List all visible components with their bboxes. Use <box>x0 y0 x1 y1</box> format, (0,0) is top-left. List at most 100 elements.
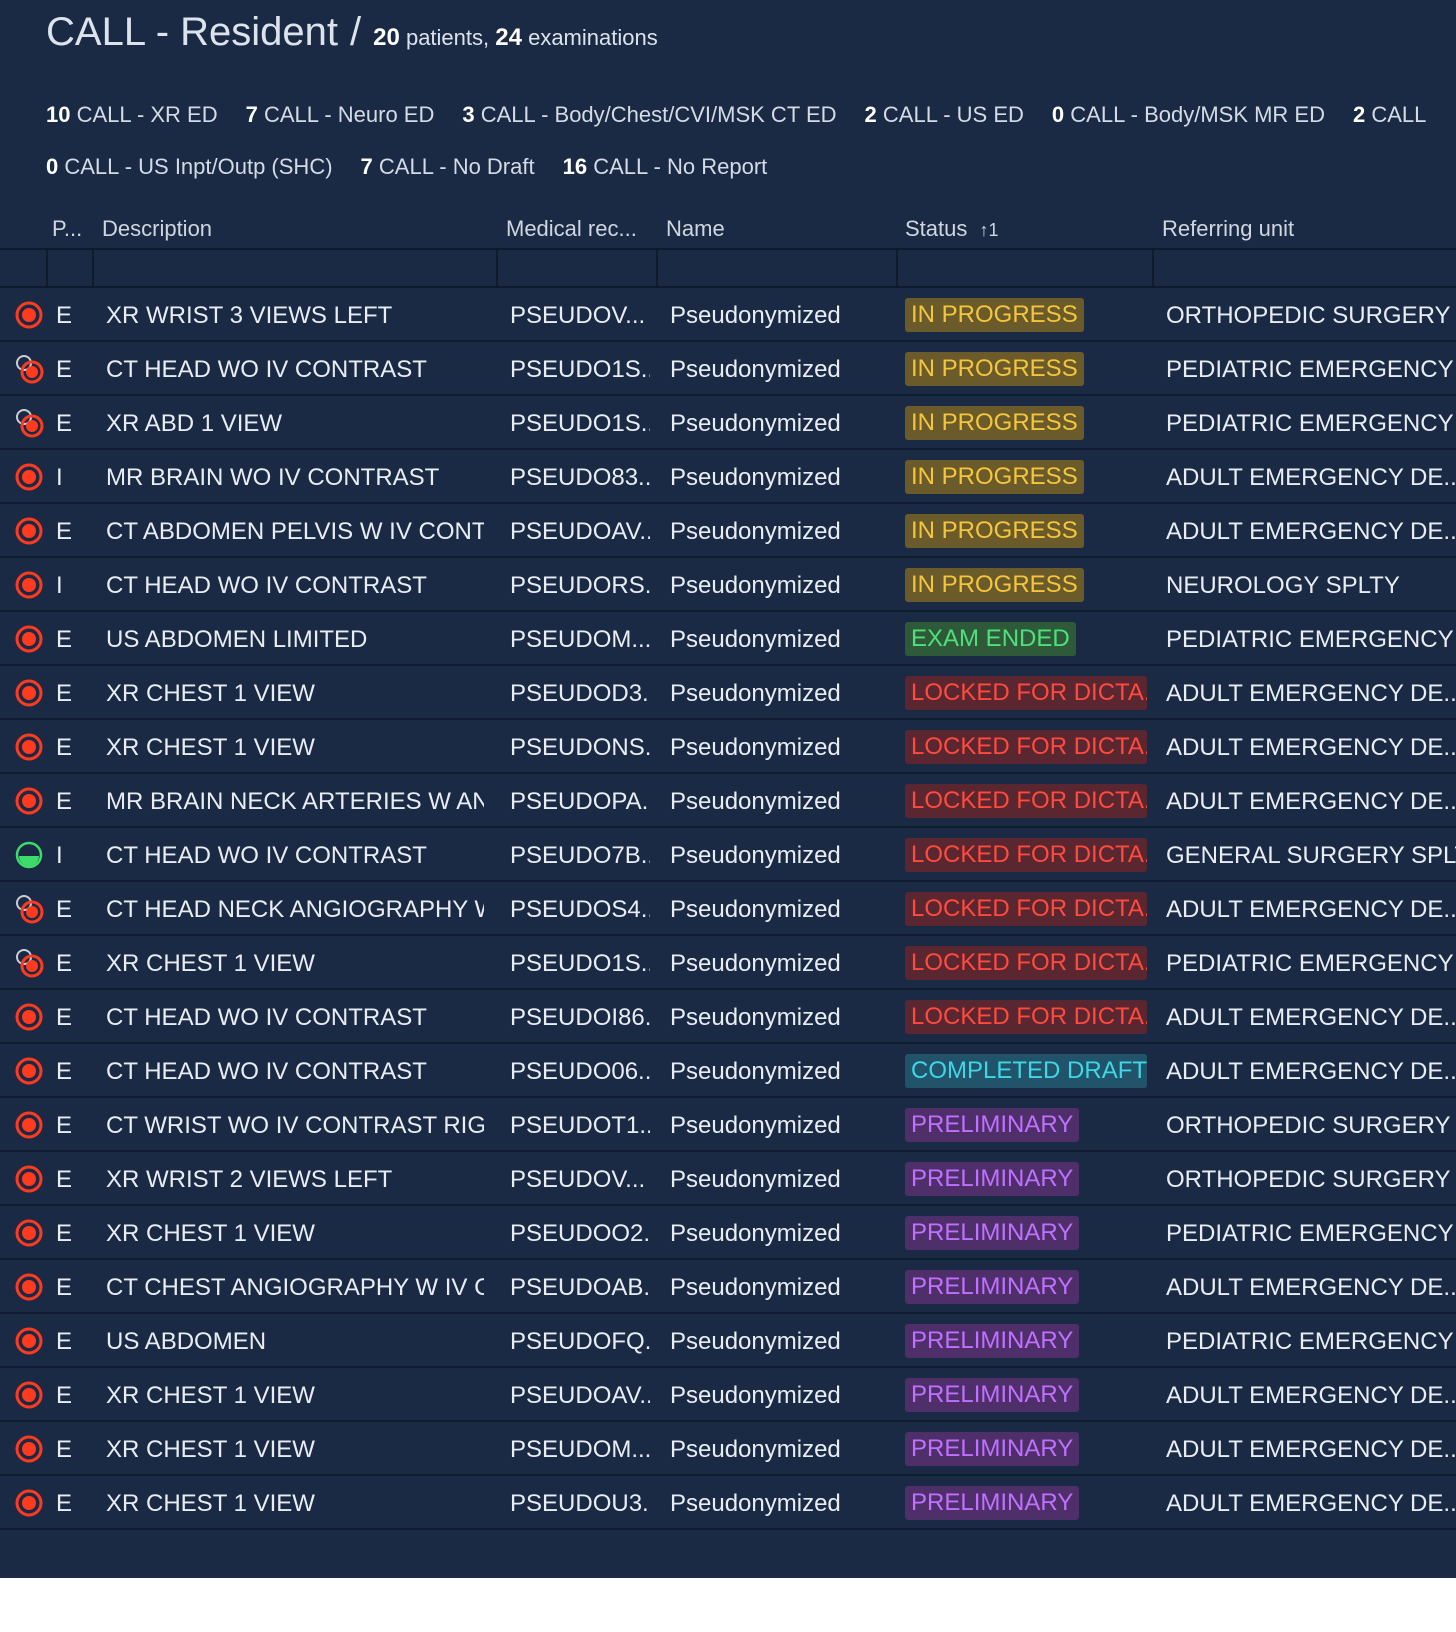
worklist-label: CALL - No Report <box>593 154 768 179</box>
worklist-filter-call-neuro-ed[interactable]: 7 CALL - Neuro ED <box>246 102 435 128</box>
column-header-referring[interactable]: Referring unit <box>1162 216 1294 242</box>
column-header-description[interactable]: Description <box>102 216 212 242</box>
mrn-cell: PSEUDO1S... <box>510 950 650 977</box>
referring-unit-cell: PEDIATRIC EMERGENCY ... <box>1166 1328 1456 1355</box>
worklist-filter-call-us-inpt-outp-shc[interactable]: 0 CALL - US Inpt/Outp (SHC) <box>46 154 333 180</box>
mrn-cell: PSEUDO1S... <box>510 410 650 437</box>
referring-unit-cell: ORTHOPEDIC SURGERY ... <box>1166 302 1456 329</box>
status-cell: LOCKED FOR DICTA... <box>905 892 1147 933</box>
worklist-filter-call[interactable]: 2 CALL <box>1353 102 1426 128</box>
name-cell: Pseudonymized <box>670 464 841 491</box>
column-header-mrn[interactable]: Medical rec... <box>506 216 637 242</box>
status-badge: LOCKED FOR DICTA... <box>905 676 1147 710</box>
column-header-priority[interactable]: P... <box>52 216 82 242</box>
status-cell: LOCKED FOR DICTA... <box>905 676 1147 717</box>
name-cell: Pseudonymized <box>670 626 841 653</box>
referring-unit-cell: GENERAL SURGERY SPLTY <box>1166 842 1456 869</box>
priority-cell: I <box>56 572 63 599</box>
table-row[interactable]: E CT WRIST WO IV CONTRAST RIGHT PSEUDOT1..… <box>0 1098 1456 1152</box>
table-row[interactable]: I CT HEAD WO IV CONTRAST PSEUDORS... Pseudo… <box>0 558 1456 612</box>
table-row[interactable]: E CT CHEST ANGIOGRAPHY W IV C... PSEUDOAB.… <box>0 1260 1456 1314</box>
name-cell: Pseudonymized <box>670 680 841 707</box>
name-cell: Pseudonymized <box>670 302 841 329</box>
table-row[interactable]: E US ABDOMEN LIMITED PSEUDOM... Pseudonymiz… <box>0 612 1456 666</box>
filter-cell-description[interactable] <box>94 250 498 286</box>
referring-unit-cell: ADULT EMERGENCY DE... <box>1166 1004 1456 1031</box>
mrn-cell: PSEUDOAV... <box>510 518 650 545</box>
status-badge: LOCKED FOR DICTA... <box>905 838 1147 872</box>
description-cell: CT CHEST ANGIOGRAPHY W IV C... <box>106 1274 484 1301</box>
description-cell: US ABDOMEN LIMITED <box>106 626 368 653</box>
priority-cell: E <box>56 518 73 545</box>
mrn-cell: PSEUDOPA... <box>510 788 650 815</box>
table-row[interactable]: E CT HEAD WO IV CONTRAST PSEUDO06... Pseudo… <box>0 1044 1456 1098</box>
table-row[interactable]: E XR WRIST 2 VIEWS LEFT PSEUDOV... Pseudony… <box>0 1152 1456 1206</box>
worklist-filter-call-xr-ed[interactable]: 10 CALL - XR ED <box>46 102 218 128</box>
description-cell: MR BRAIN NECK ARTERIES W AND... <box>106 788 484 815</box>
table-row[interactable]: I MR BRAIN WO IV CONTRAST PSEUDO83... Pseud… <box>0 450 1456 504</box>
mrn-cell: PSEUDOM... <box>510 1436 650 1463</box>
worklist-filter-call-us-ed[interactable]: 2 CALL - US ED <box>865 102 1024 128</box>
priority-cell: E <box>56 788 73 815</box>
red-target-icon <box>14 678 44 708</box>
worklist-app: CALL - Resident / 20 patients, 24 examin… <box>0 0 1456 1578</box>
page-summary: 20 patients, 24 examinations <box>373 24 658 52</box>
table-row[interactable]: E MR BRAIN NECK ARTERIES W AND... PSEUDOPA… <box>0 774 1456 828</box>
table-row[interactable]: E XR WRIST 3 VIEWS LEFT PSEUDOV... Pseudony… <box>0 288 1456 342</box>
status-cell: IN PROGRESS <box>905 568 1084 609</box>
priority-cell: E <box>56 1490 73 1517</box>
status-cell: PRELIMINARY <box>905 1486 1080 1527</box>
shared-red-target-icon <box>14 354 44 384</box>
red-target-icon <box>14 1434 44 1464</box>
worklist-filter-call-body-msk-mr-ed[interactable]: 0 CALL - Body/MSK MR ED <box>1052 102 1325 128</box>
priority-cell: E <box>56 626 73 653</box>
priority-cell: E <box>56 1058 73 1085</box>
worklist-count: 2 <box>1353 102 1366 127</box>
name-cell: Pseudonymized <box>670 1328 841 1355</box>
status-badge: PRELIMINARY <box>905 1162 1080 1196</box>
status-badge: IN PROGRESS <box>905 460 1084 494</box>
table-row[interactable]: E XR CHEST 1 VIEW PSEUDOD3... Pseudonymized… <box>0 666 1456 720</box>
column-header-status[interactable]: Status ↑1 <box>905 216 999 242</box>
name-cell: Pseudonymized <box>670 1220 841 1247</box>
filter-cell-referring[interactable] <box>1154 250 1456 286</box>
filter-cell-mrn[interactable] <box>498 250 658 286</box>
referring-unit-cell: ADULT EMERGENCY DE... <box>1166 1436 1456 1463</box>
table-row[interactable]: E XR CHEST 1 VIEW PSEUDOO2... Pseudonymized… <box>0 1206 1456 1260</box>
shared-red-target-icon <box>14 894 44 924</box>
status-badge: LOCKED FOR DICTA... <box>905 784 1147 818</box>
referring-unit-cell: PEDIATRIC EMERGENCY ... <box>1166 626 1456 653</box>
table-row[interactable]: E CT HEAD NECK ANGIOGRAPHY W... PSEUDOS4..… <box>0 882 1456 936</box>
table-row[interactable]: E XR CHEST 1 VIEW PSEUDOU3... Pseudonymized… <box>0 1476 1456 1530</box>
sort-ascending-icon: ↑1 <box>979 220 999 240</box>
table-row[interactable]: I CT HEAD WO IV CONTRAST PSEUDO7B... Pseudo… <box>0 828 1456 882</box>
description-cell: US ABDOMEN <box>106 1328 267 1355</box>
mrn-cell: PSEUDOU3... <box>510 1490 650 1517</box>
worklist-filter-call-no-report[interactable]: 16 CALL - No Report <box>563 154 768 180</box>
table-row[interactable]: E US ABDOMEN PSEUDOFQ... Pseudonymized PRELI… <box>0 1314 1456 1368</box>
filter-cell-status[interactable] <box>898 250 1154 286</box>
worklist-filter-call-body-chest-cvi-msk-ct-ed[interactable]: 3 CALL - Body/Chest/CVI/MSK CT ED <box>462 102 836 128</box>
table-row[interactable]: E XR CHEST 1 VIEW PSEUDONS... Pseudonymized… <box>0 720 1456 774</box>
table-row[interactable]: E CT ABDOMEN PELVIS W IV CONTR... PSEUDOAV… <box>0 504 1456 558</box>
status-cell: PRELIMINARY <box>905 1270 1080 1311</box>
table-row[interactable]: E XR CHEST 1 VIEW PSEUDO1S... Pseudonymized… <box>0 936 1456 990</box>
table-row[interactable]: E XR ABD 1 VIEW PSEUDO1S... Pseudonymized IN… <box>0 396 1456 450</box>
filter-cell-icon[interactable] <box>0 250 48 286</box>
table-row[interactable]: E CT HEAD WO IV CONTRAST PSEUDO1S... Pseudo… <box>0 342 1456 396</box>
page-title: CALL - Resident <box>46 10 338 54</box>
table-row[interactable]: E XR CHEST 1 VIEW PSEUDOM... Pseudonymized P… <box>0 1422 1456 1476</box>
worklist-filter-call-no-draft[interactable]: 7 CALL - No Draft <box>361 154 535 180</box>
referring-unit-cell: ADULT EMERGENCY DE... <box>1166 518 1456 545</box>
table-row[interactable]: E CT HEAD WO IV CONTRAST PSEUDOI86... Pseud… <box>0 990 1456 1044</box>
table-row[interactable]: E XR CHEST 1 VIEW PSEUDOAV... Pseudonymized… <box>0 1368 1456 1422</box>
filter-cell-name[interactable] <box>658 250 898 286</box>
status-cell: COMPLETED DRAFT <box>905 1054 1147 1095</box>
filter-cell-priority[interactable] <box>48 250 94 286</box>
description-cell: CT HEAD WO IV CONTRAST <box>106 1058 427 1085</box>
referring-unit-cell: ADULT EMERGENCY DE... <box>1166 1058 1456 1085</box>
column-header-name[interactable]: Name <box>666 216 725 242</box>
worklist-filter-bar-row1: 10 CALL - XR ED 7 CALL - Neuro ED 3 CALL -… <box>46 102 1456 128</box>
description-cell: XR ABD 1 VIEW <box>106 410 283 437</box>
mrn-cell: PSEUDOAV... <box>510 1382 650 1409</box>
